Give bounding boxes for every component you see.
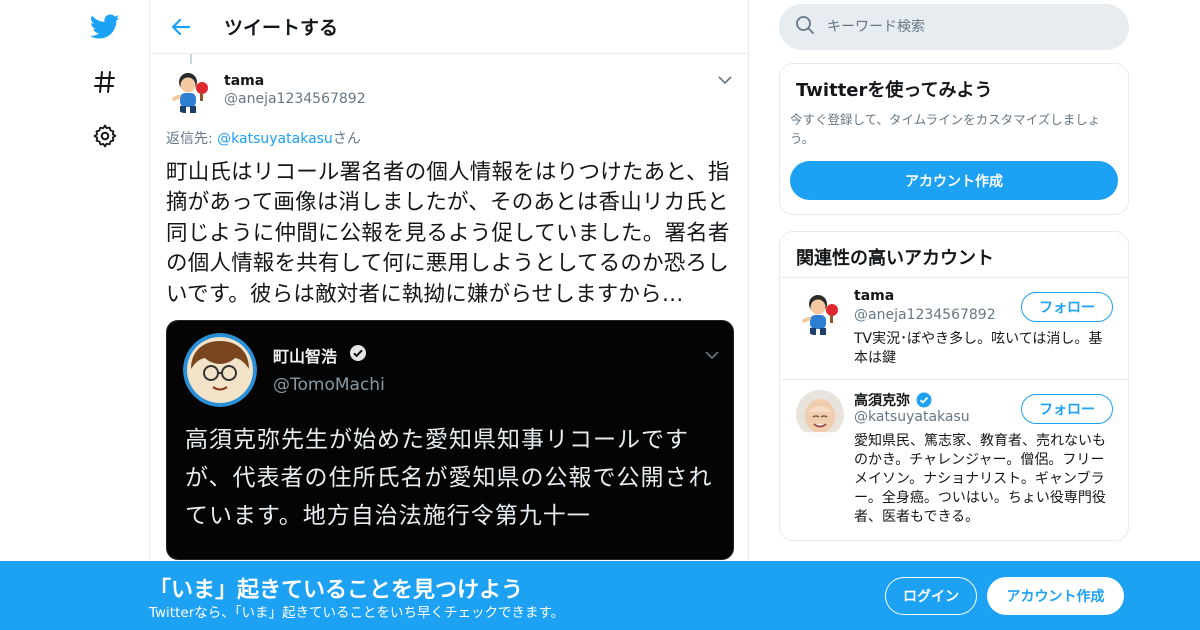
related-accounts-card: 関連性の高いアカウント tama @aneja1234567892 TV実況･ぼ… [779,231,1129,541]
twitter-logo-icon[interactable] [86,8,124,46]
app-root: ツイートする tama @aneja1234567892 返信先: @katsu… [0,0,1200,630]
account-handle[interactable]: @katsuyatakasu [854,409,970,425]
media-tweet-text: 高須克弥先生が始めた愛知県知事リコールですが、代表者の住所氏名が愛知県の公報で公… [185,427,713,530]
avatar[interactable] [796,390,844,438]
tweet-author-row[interactable]: tama @aneja1234567892 [166,54,732,114]
account-row[interactable]: tama @aneja1234567892 TV実況･ぼやき多し。呟いては消し。… [780,278,1128,380]
gear-icon[interactable] [86,117,124,155]
related-accounts-title: 関連性の高いアカウント [780,232,1128,278]
account-handle[interactable]: @aneja1234567892 [854,307,996,323]
signup-card-description: 今すぐ登録して、タイムラインをカスタマイズしましょう。 [790,112,1101,146]
hashtag-icon[interactable] [86,63,124,101]
account-name[interactable]: tama [854,288,894,304]
page-header: ツイートする [150,0,748,54]
banner-title: 「いま」起きていることを見つけよう [149,578,524,603]
verified-badge-icon [349,344,367,366]
search-box[interactable] [779,4,1129,50]
follow-button[interactable]: フォロー [1021,292,1113,322]
chevron-down-icon [705,345,719,364]
tweet-author-name[interactable]: tama [224,73,366,89]
thread-line [190,54,192,64]
search-icon [795,15,815,39]
account-name[interactable]: 高須克弥 [854,390,910,410]
follow-button[interactable]: フォロー [1021,394,1113,424]
media-author-handle: @TomoMachi [273,375,385,396]
media-author-name: 町山智浩 [273,347,338,367]
account-bio: 愛知県民、篤志家、教育者、売れないものかき。チャレンジャー。僧侶。フリーメイソン… [854,433,1106,525]
page-title: ツイートする [224,17,339,39]
reply-to: 返信先: @katsuyatakasuさん [166,128,732,148]
tweet-author-handle[interactable]: @aneja1234567892 [224,91,366,107]
reply-suffix: さん [332,131,361,147]
reply-prefix: 返信先: [166,131,218,147]
reply-mention-link[interactable]: @katsuyatakasu [217,131,333,147]
avatar[interactable] [796,288,844,336]
tweet-text: 町山氏はリコール署名者の個人情報をはりつけたあと、指摘があって画像は消しましたが… [166,160,730,307]
search-input[interactable] [827,19,1107,35]
signup-card: Twitterを使ってみよう 今すぐ登録して、タイムラインをカスタマイズしましょ… [779,63,1129,215]
arrow-left-icon[interactable] [162,8,200,46]
account-row[interactable]: 高須克弥 @katsuyatakasu 愛知県民、篤志家、教育者、売れないものか… [780,380,1128,540]
banner-create-account-button[interactable]: アカウント作成 [987,577,1124,615]
create-account-button[interactable]: アカウント作成 [790,161,1118,200]
login-button[interactable]: ログイン [885,577,977,615]
banner-subtitle: Twitterなら、「いま」起きていることをいち早くチェックできます。 [149,605,565,621]
main-column: ツイートする tama @aneja1234567892 返信先: @katsu… [149,0,749,630]
avatar[interactable] [166,66,214,114]
left-nav [70,0,142,630]
tweet-media-image[interactable]: 町山智浩 @TomoMachi 高須克弥先生が始めた愛知県知事リコールですが、代… [166,320,734,561]
media-avatar [183,333,257,408]
signup-card-title: Twitterを使ってみよう [796,80,993,101]
chevron-down-icon[interactable] [718,70,732,89]
tweet: tama @aneja1234567892 返信先: @katsuyatakas… [150,54,748,561]
account-bio: TV実況･ぼやき多し。呟いては消し。基本は鍵 [854,331,1103,366]
